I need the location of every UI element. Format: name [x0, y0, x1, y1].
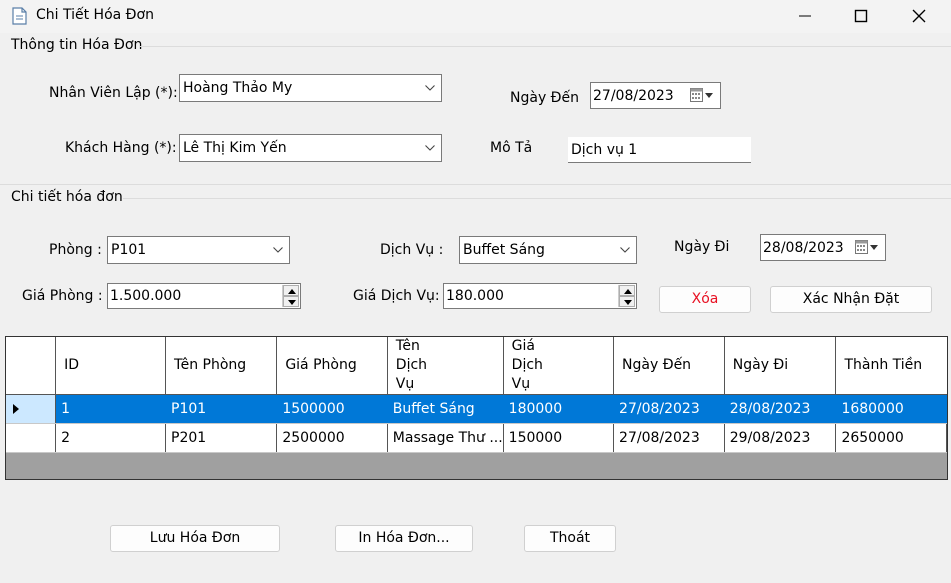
confirm-booking-button[interactable]: Xác Nhận Đặt: [770, 286, 932, 313]
column-header-id[interactable]: ID: [55, 337, 167, 395]
room-price-spinner[interactable]: 1.500.000: [107, 283, 301, 309]
calendar-icon[interactable]: [690, 88, 715, 103]
chevron-down-icon: [620, 247, 630, 253]
service-value: Buffet Sáng: [463, 242, 545, 258]
cell-total[interactable]: 2650000: [835, 423, 947, 453]
detail-group-label: Chi tiết hóa đơn: [11, 189, 123, 205]
grid-table: ID Tên Phòng Giá Phòng Tên Dịch Vụ Giá D…: [6, 337, 947, 453]
close-button[interactable]: [896, 0, 942, 32]
caret-up-icon: [288, 289, 296, 294]
invoice-info-group-label: Thông tin Hóa Đơn: [11, 37, 143, 53]
exit-button[interactable]: Thoát: [524, 525, 616, 552]
section-separator: [0, 184, 951, 185]
maximize-button[interactable]: [838, 0, 884, 32]
caret-up-icon: [624, 289, 632, 294]
print-invoice-button[interactable]: In Hóa Đơn...: [335, 525, 473, 552]
document-icon: [12, 7, 27, 25]
row-header[interactable]: [6, 423, 57, 453]
cell-service-price[interactable]: 180000: [503, 394, 615, 424]
column-header-arrival-date[interactable]: Ngày Đến: [613, 337, 725, 395]
room-price-value: 1.500.000: [110, 288, 182, 304]
departure-date-label: Ngày Đi: [674, 239, 730, 255]
employee-value: Hoàng Thảo My: [183, 80, 293, 96]
minimize-button[interactable]: [782, 0, 828, 32]
spin-up-button[interactable]: [619, 285, 635, 296]
customer-value: Lê Thị Kim Yến: [183, 140, 287, 156]
departure-date-value: 28/08/2023: [763, 240, 844, 256]
table-row[interactable]: 1 P101 1500000 Buffet Sáng 180000 27/08/…: [6, 394, 947, 424]
customer-combobox[interactable]: Lê Thị Kim Yến: [179, 134, 442, 162]
cell-service-name[interactable]: Buffet Sáng: [387, 394, 504, 424]
print-invoice-label: In Hóa Đơn...: [358, 530, 450, 546]
delete-button-label: Xóa: [691, 291, 719, 307]
arrival-date-value: 27/08/2023: [593, 88, 674, 104]
service-label: Dịch Vụ :: [380, 242, 444, 258]
service-price-value: 180.000: [446, 288, 504, 304]
description-value: Dịch vụ 1: [571, 142, 638, 158]
invoice-detail-grid[interactable]: ID Tên Phòng Giá Phòng Tên Dịch Vụ Giá D…: [5, 336, 948, 480]
spin-down-button[interactable]: [619, 296, 635, 307]
room-price-label: Giá Phòng :: [22, 288, 103, 304]
departure-date-picker[interactable]: 28/08/2023: [760, 234, 886, 261]
exit-label: Thoát: [549, 530, 591, 546]
arrival-date-picker[interactable]: 27/08/2023: [590, 82, 721, 109]
room-label: Phòng :: [49, 242, 102, 258]
cell-total[interactable]: 1680000: [835, 394, 947, 424]
column-header-room-name[interactable]: Tên Phòng: [165, 337, 278, 395]
spin-down-button[interactable]: [283, 296, 299, 307]
employee-combobox[interactable]: Hoàng Thảo My: [179, 74, 442, 102]
row-pointer-icon: [13, 404, 19, 414]
description-label: Mô Tả: [490, 140, 533, 156]
column-header-departure-date[interactable]: Ngày Đi: [724, 337, 837, 395]
cell-arrival-date[interactable]: 27/08/2023: [613, 394, 725, 424]
description-input[interactable]: Dịch vụ 1: [568, 137, 751, 163]
cell-id[interactable]: 1: [55, 394, 167, 424]
cell-room-name[interactable]: P201: [165, 423, 278, 453]
room-value: P101: [111, 242, 147, 258]
arrival-date-label: Ngày Đến: [510, 90, 580, 106]
delete-button[interactable]: Xóa: [659, 286, 751, 313]
title-bar: Chi Tiết Hóa Đơn: [0, 0, 951, 33]
window-title: Chi Tiết Hóa Đơn: [36, 7, 154, 23]
customer-label: Khách Hàng (*):: [65, 140, 177, 156]
group-separator: [140, 46, 951, 47]
close-icon: [912, 9, 926, 23]
employee-label: Nhân Viên Lập (*):: [49, 85, 178, 101]
cell-service-price[interactable]: 150000: [503, 423, 615, 453]
chevron-down-icon: [425, 145, 435, 151]
chevron-down-icon: [425, 85, 435, 91]
column-header-service-price[interactable]: Giá Dịch Vụ: [503, 337, 615, 395]
cell-room-name[interactable]: P101: [165, 394, 278, 424]
row-header[interactable]: [6, 394, 57, 424]
cell-room-price[interactable]: 1500000: [276, 394, 388, 424]
service-price-spinner[interactable]: 180.000: [443, 283, 637, 309]
cell-departure-date[interactable]: 29/08/2023: [724, 423, 837, 453]
calendar-icon[interactable]: [855, 240, 880, 255]
save-invoice-button[interactable]: Lưu Hóa Đơn: [110, 525, 280, 552]
room-combobox[interactable]: P101: [107, 236, 290, 264]
service-combobox[interactable]: Buffet Sáng: [459, 236, 637, 264]
save-invoice-label: Lưu Hóa Đơn: [149, 530, 241, 546]
cell-id[interactable]: 2: [55, 423, 167, 453]
cell-departure-date[interactable]: 28/08/2023: [724, 394, 837, 424]
cell-room-price[interactable]: 2500000: [276, 423, 388, 453]
service-price-label: Giá Dịch Vụ:: [353, 288, 440, 304]
table-row[interactable]: 2 P201 2500000 Massage Thư ... 150000 27…: [6, 423, 947, 453]
cell-arrival-date[interactable]: 27/08/2023: [613, 423, 725, 453]
caret-down-icon: [624, 300, 632, 305]
minimize-icon: [799, 15, 811, 17]
group-separator: [123, 198, 951, 199]
caret-down-icon: [288, 300, 296, 305]
column-header-service-name[interactable]: Tên Dịch Vụ: [387, 337, 504, 395]
column-header-room-price[interactable]: Giá Phòng: [276, 337, 388, 395]
confirm-booking-label: Xác Nhận Đặt: [802, 291, 900, 307]
maximize-icon: [854, 9, 868, 23]
spin-up-button[interactable]: [283, 285, 299, 296]
cell-service-name[interactable]: Massage Thư ...: [387, 423, 504, 453]
row-header-corner: [6, 337, 57, 395]
chevron-down-icon: [273, 247, 283, 253]
column-header-total[interactable]: Thành Tiền: [835, 337, 947, 395]
